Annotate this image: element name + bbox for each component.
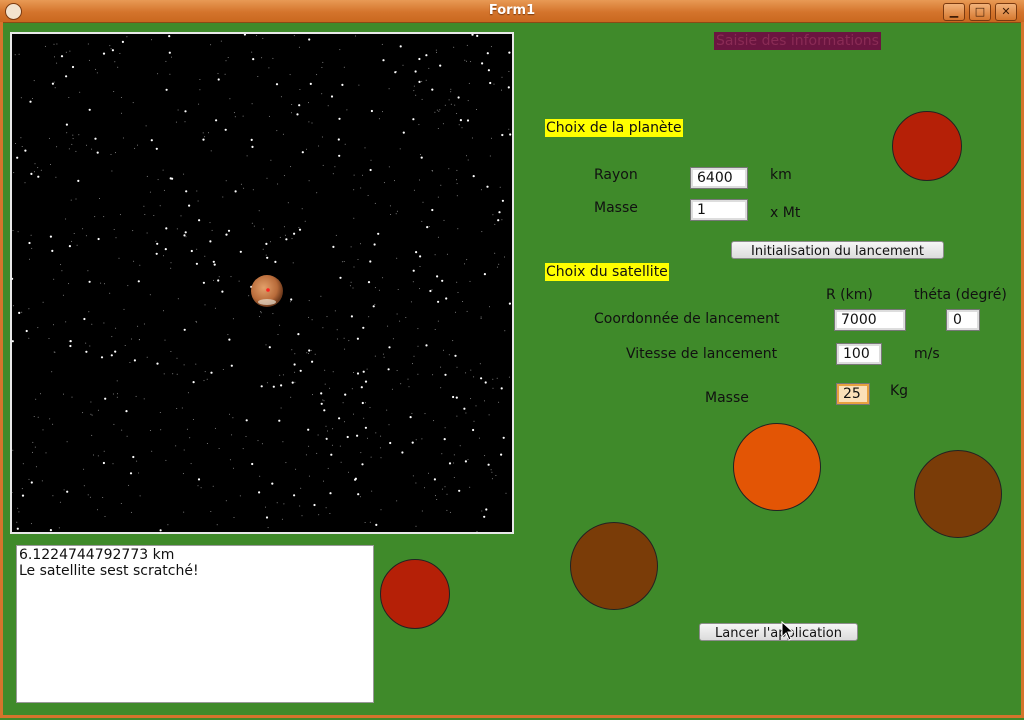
- space-canvas[interactable]: [10, 32, 514, 534]
- r-km-header: R (km): [826, 287, 873, 303]
- theta-header: théta (degré): [914, 287, 1007, 303]
- red-planet-option-2[interactable]: [380, 559, 450, 629]
- satellite-section-label: Choix du satellite: [545, 263, 669, 281]
- log-line-status: Le satellite sest scratché!: [19, 563, 199, 579]
- close-button[interactable]: ✕: [995, 3, 1017, 21]
- orange-planet-option[interactable]: [733, 423, 821, 511]
- launch-app-button[interactable]: Lancer l'application: [699, 623, 858, 641]
- rayon-label: Rayon: [594, 167, 638, 183]
- page-title: Saisie des informations: [714, 32, 881, 50]
- planet-masse-label: Masse: [594, 200, 638, 216]
- satellite-masse-label: Masse: [705, 390, 749, 406]
- maximize-button[interactable]: □: [969, 3, 991, 21]
- planet-section-label: Choix de la planète: [545, 119, 683, 137]
- vitesse-label: Vitesse de lancement: [626, 346, 778, 362]
- satellite-masse-input[interactable]: [836, 383, 870, 405]
- output-log[interactable]: 6.1224744792773 km Le satellite sest scr…: [16, 545, 374, 703]
- starfield: [12, 34, 512, 532]
- satellite-masse-unit: Kg: [890, 383, 909, 399]
- planet-masse-input[interactable]: [690, 199, 748, 221]
- brown-planet-option[interactable]: [914, 450, 1002, 538]
- coord-theta-input[interactable]: [946, 309, 980, 331]
- planet-masse-unit: x Mt: [770, 205, 801, 221]
- vitesse-input[interactable]: [836, 343, 882, 365]
- minimize-button[interactable]: ▁: [943, 3, 965, 21]
- title-bar[interactable]: Form1 ▁ □ ✕: [0, 0, 1024, 23]
- coord-label: Coordonnée de lancement: [594, 311, 780, 327]
- rayon-unit: km: [770, 167, 792, 183]
- red-planet-option[interactable]: [892, 111, 962, 181]
- mouse-cursor-icon: [781, 621, 795, 641]
- rayon-input[interactable]: [690, 167, 748, 189]
- brown-planet-option-2[interactable]: [570, 522, 658, 610]
- vitesse-unit: m/s: [914, 346, 940, 362]
- satellite-marker: [266, 288, 270, 292]
- coord-r-input[interactable]: [834, 309, 906, 331]
- window-title: Form1: [488, 3, 536, 18]
- log-line-distance: 6.1224744792773 km: [19, 547, 175, 563]
- init-launch-button[interactable]: Initialisation du lancement: [731, 241, 944, 259]
